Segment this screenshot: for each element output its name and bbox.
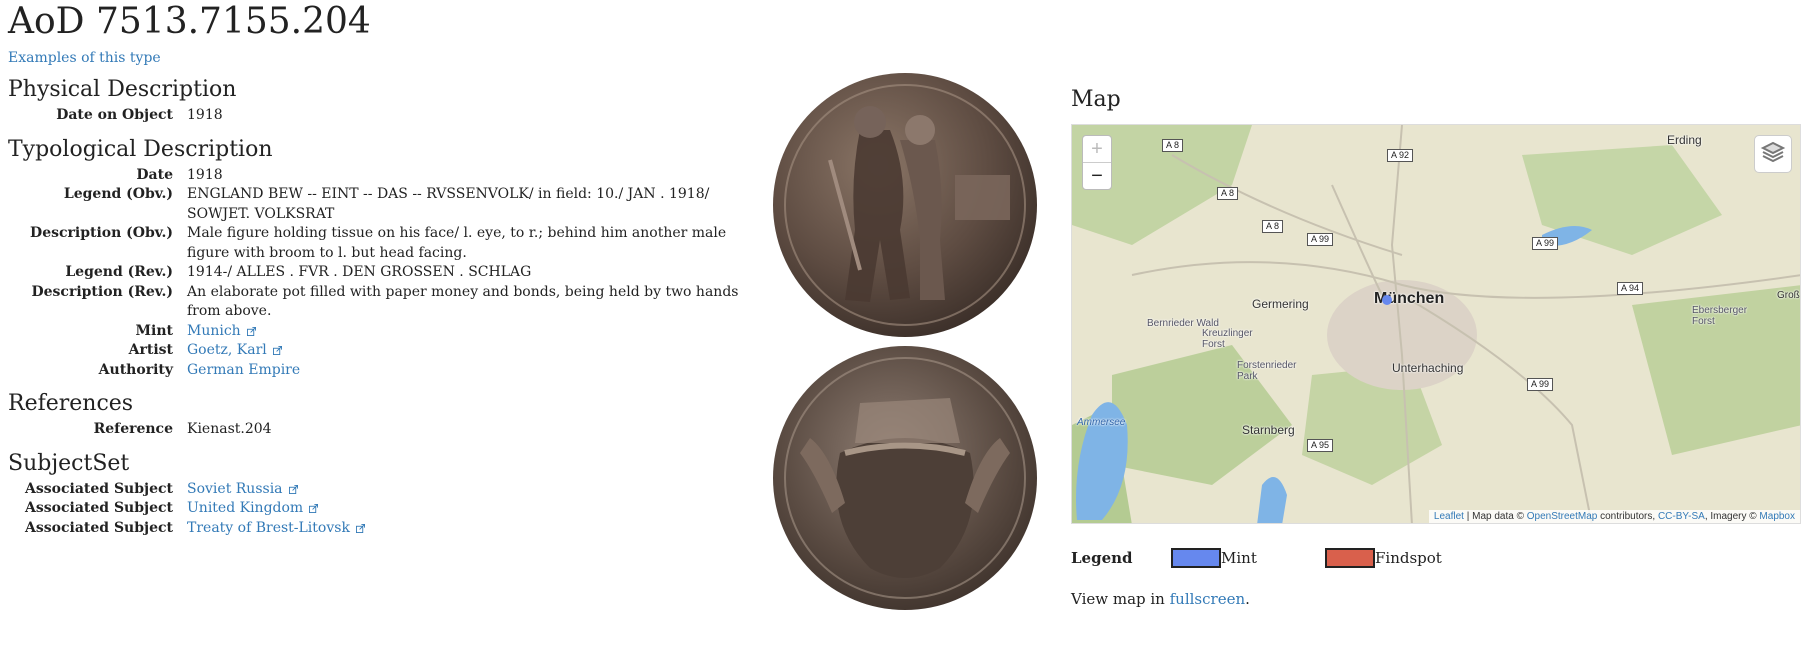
attribution-imagery: , Imagery © (1704, 511, 1760, 522)
description-column: Physical Description Date on Object 1918… (8, 74, 748, 538)
road-a92: A 92 (1387, 149, 1414, 162)
obverse-coin-image[interactable] (770, 70, 1040, 340)
examples-link[interactable]: Examples of this type (8, 50, 161, 66)
road-a99: A 99 (1532, 237, 1559, 250)
date-label: Date (136, 166, 173, 183)
subject-link-soviet-russia[interactable]: Soviet Russia (187, 481, 283, 497)
road-a99: A 99 (1307, 233, 1334, 246)
view-map-line: View map in fullscreen. (1071, 590, 1801, 608)
references-list: Reference Kienast.204 (8, 420, 748, 440)
place-erding: Erding (1667, 133, 1702, 147)
map-attribution: Leaflet | Map data © OpenStreetMap contr… (1428, 510, 1800, 523)
mapbox-link[interactable]: Mapbox (1759, 511, 1795, 522)
date-value: 1918 (187, 166, 223, 183)
external-link-icon[interactable] (246, 326, 256, 336)
subject-link-united-kingdom[interactable]: United Kingdom (187, 500, 303, 516)
road-a8: A 8 (1217, 187, 1239, 200)
subjectset-heading: SubjectSet (8, 450, 130, 476)
fullscreen-link[interactable]: fullscreen (1170, 590, 1246, 608)
description-rev-value: An elaborate pot filled with paper money… (187, 283, 739, 320)
road-a95: A 95 (1307, 439, 1334, 452)
legend-mint: Mint (1221, 549, 1257, 567)
legend-findspot: Findspot (1375, 549, 1442, 567)
attribution-text: | Map data © (1463, 511, 1527, 522)
authority-label: Authority (98, 361, 173, 378)
external-link-icon[interactable] (288, 484, 298, 494)
place-ebersberger-forst: Ebersberger Forst (1692, 305, 1748, 327)
findspot-swatch (1325, 548, 1375, 568)
legend-rev-label: Legend (Rev.) (65, 264, 173, 280)
date-on-object-value: 1918 (187, 107, 223, 123)
mint-link[interactable]: Munich (187, 323, 241, 339)
description-rev-label: Description (Rev.) (31, 283, 173, 300)
map-section: Map München Erding Germering Unterhachin… (1071, 84, 1801, 608)
subjectset-list: Associated Subject Soviet Russia Associa… (8, 480, 748, 539)
zoom-in-button[interactable]: + (1083, 136, 1111, 163)
road-a8: A 8 (1162, 139, 1184, 152)
place-unterhaching: Unterhaching (1392, 361, 1464, 375)
map-heading: Map (1071, 87, 1121, 112)
map-view[interactable]: München Erding Germering Unterhaching St… (1071, 124, 1801, 524)
references-heading: References (8, 391, 134, 416)
cc-by-sa-link[interactable]: CC-BY-SA (1658, 511, 1705, 522)
coin-images (770, 70, 1040, 613)
view-map-prefix: View map in (1071, 590, 1170, 608)
artist-link[interactable]: Goetz, Karl (187, 342, 267, 358)
map-legend: Legend Mint Findspot (1071, 548, 1801, 568)
associated-subject-label: Associated Subject (25, 480, 173, 497)
place-kreuzlinger-forst: Kreuzlinger Forst (1202, 328, 1253, 350)
external-link-icon[interactable] (355, 523, 365, 533)
authority-link[interactable]: German Empire (187, 362, 300, 378)
legend-obv-value: ENGLAND BEW -- EINT -- DAS -- RVSSENVOLK… (187, 186, 710, 222)
mint-marker[interactable] (1382, 295, 1392, 305)
leaflet-link[interactable]: Leaflet (1434, 511, 1464, 522)
description-obv-value: Male figure holding tissue on his face/ … (187, 225, 727, 261)
layers-icon (1760, 141, 1786, 163)
road-a99: A 99 (1527, 378, 1554, 391)
place-ammersee: Ammersee (1077, 417, 1126, 428)
artist-label: Artist (128, 342, 173, 358)
reference-value: Kienast.204 (187, 421, 272, 437)
mint-label: Mint (135, 322, 173, 339)
typological-list: Date 1918 Legend (Obv.) ENGLAND BEW -- E… (8, 166, 748, 381)
zoom-out-button[interactable]: − (1083, 163, 1111, 189)
date-on-object-label: Date on Object (56, 107, 173, 123)
external-link-icon[interactable] (309, 504, 319, 513)
description-obv-label: Description (Obv.) (30, 225, 173, 241)
legend-rev-value: 1914-/ ALLES . FVR . DEN GROSSEN . SCHLA… (187, 264, 532, 280)
osm-link[interactable]: OpenStreetMap (1527, 511, 1598, 522)
mint-swatch (1171, 548, 1221, 568)
external-link-icon[interactable] (272, 346, 282, 355)
reverse-coin-image[interactable] (770, 343, 1040, 613)
road-a8: A 8 (1262, 220, 1284, 233)
view-map-suffix: . (1245, 590, 1250, 608)
reference-label: Reference (93, 421, 173, 437)
page-title: AoD 7513.7155.204 (8, 1, 371, 42)
attribution-contrib: contributors, (1597, 511, 1658, 522)
road-a94: A 94 (1617, 282, 1644, 295)
legend-obv-label: Legend (Obv.) (63, 186, 173, 202)
place-germering: Germering (1252, 297, 1309, 311)
place-forstenrieder-park: Forstenrieder Park (1237, 360, 1297, 382)
associated-subject-label: Associated Subject (25, 519, 173, 536)
physical-list: Date on Object 1918 (8, 106, 748, 126)
associated-subject-label: Associated Subject (25, 500, 173, 516)
typological-heading: Typological Description (8, 136, 273, 162)
zoom-control: + − (1082, 135, 1112, 190)
subject-link-brest-litovsk[interactable]: Treaty of Brest-Litovsk (187, 520, 350, 536)
legend-label: Legend (1071, 549, 1133, 567)
layers-button[interactable] (1754, 135, 1792, 173)
place-starnberg: Starnberg (1242, 423, 1295, 437)
physical-heading: Physical Description (8, 77, 237, 102)
place-gross: Groß (1777, 290, 1800, 301)
